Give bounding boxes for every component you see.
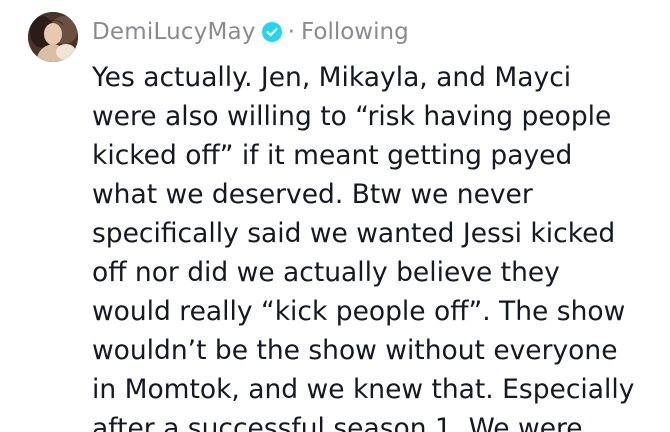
comment-line: what we deserved. Btw we never bbox=[92, 179, 533, 210]
comment-card: DemiLucyMay · Following Yes actually. Je… bbox=[0, 0, 670, 432]
comment-header: DemiLucyMay · Following bbox=[92, 14, 409, 50]
comment-line: in Momtok, and we knew that. Especially bbox=[92, 374, 635, 405]
separator-dot: · bbox=[287, 19, 295, 45]
comment-line: wouldn’t be the show without everyone bbox=[92, 335, 618, 366]
avatar[interactable] bbox=[28, 12, 78, 62]
comment-line: specifically said we wanted Jessi kicked bbox=[92, 218, 616, 249]
comment-line: after a successful season 1. We were bbox=[92, 413, 583, 432]
comment-line: off nor did we actually believe they bbox=[92, 257, 560, 288]
comment-line: kicked off” if it meant getting payed bbox=[92, 140, 573, 171]
username[interactable]: DemiLucyMay bbox=[92, 19, 256, 45]
comment-line: Yes actually. Jen, Mikayla, and Mayci bbox=[92, 62, 572, 93]
comment-line: would really “kick people off”. The show bbox=[92, 296, 626, 327]
comment-line: were also willing to “risk having people bbox=[92, 101, 612, 132]
verified-check-icon bbox=[261, 22, 282, 42]
following-button[interactable]: Following bbox=[301, 19, 409, 45]
comment-text: Yes actually. Jen, Mikayla, and Mayci we… bbox=[92, 58, 662, 432]
